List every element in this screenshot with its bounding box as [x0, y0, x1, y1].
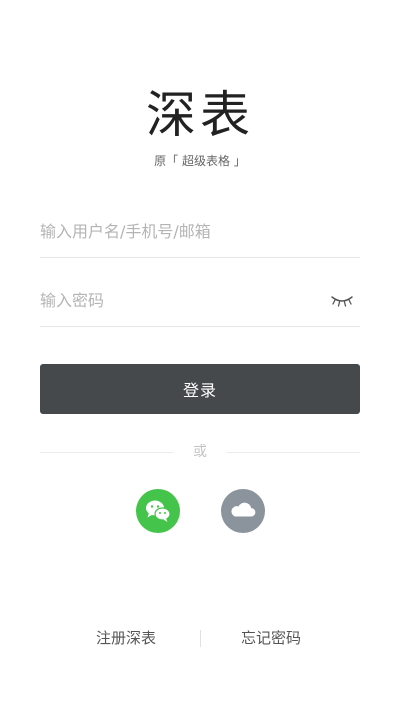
eye-closed-icon[interactable]: [330, 293, 354, 309]
cloud-login-button[interactable]: [221, 489, 265, 533]
wechat-icon: [146, 500, 171, 522]
username-field: [40, 206, 360, 258]
password-input[interactable]: [40, 275, 320, 326]
logo-text: 深表: [146, 86, 254, 144]
divider-line-right: [226, 452, 360, 453]
username-input[interactable]: [40, 206, 360, 257]
forgot-password-link[interactable]: 忘记密码: [241, 626, 301, 650]
app-logo: 深表: [0, 84, 400, 146]
wechat-login-button[interactable]: [136, 489, 180, 533]
password-field: [40, 275, 360, 327]
register-link[interactable]: 注册深表: [96, 626, 156, 650]
footer-separator: [200, 630, 201, 647]
tagline: 原「 超级表格 」: [154, 154, 246, 168]
or-divider: 或: [40, 442, 360, 462]
footer: 注册深表 忘记密码: [0, 626, 400, 650]
cloud-icon: [231, 502, 256, 517]
login-button[interactable]: 登录: [40, 364, 360, 414]
